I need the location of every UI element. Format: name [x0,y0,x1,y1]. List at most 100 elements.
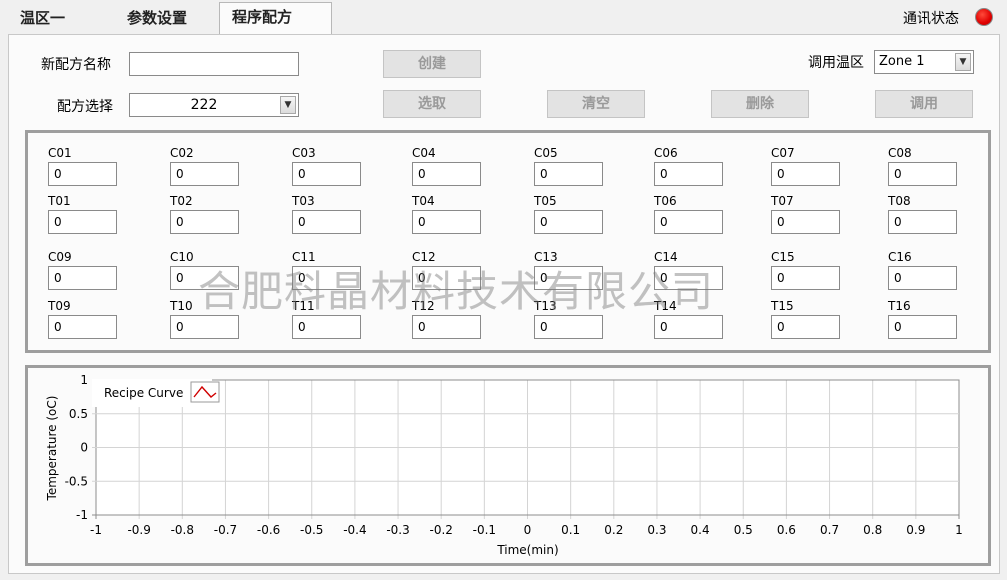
param-label-t08: T08 [888,194,911,208]
tab-bar: 温区一 参数设置 程序配方 通讯状态 [0,0,1007,35]
x-axis-label: Time(min) [496,543,558,557]
recipe-select-label: 配方选择 [57,99,113,115]
param-input-c16[interactable]: 0 [888,266,957,290]
x-tick-label: 0 [524,523,532,537]
x-tick-label: -0.9 [127,523,150,537]
y-tick-labels: 1 0.5 0 -0.5 -1 [65,373,88,522]
param-label-c04: C04 [412,146,436,160]
y-tick-label: 1 [80,373,88,387]
y-tick-label: 0 [80,441,88,455]
param-input-t16[interactable]: 0 [888,315,957,339]
x-tick-label: -0.8 [171,523,194,537]
param-label-c15: C15 [771,250,795,264]
param-input-c03[interactable]: 0 [292,162,361,186]
clear-button[interactable]: 清空 [547,90,645,118]
x-tick-label: -0.6 [257,523,280,537]
param-label-t10: T10 [170,299,193,313]
param-input-t07[interactable]: 0 [771,210,840,234]
param-label-t16: T16 [888,299,911,313]
x-tick-labels: -1 -0.9 -0.8 -0.7 -0.6 -0.5 -0.4 -0.3 -0.2 -0.1 0 0… [90,523,963,537]
legend-label: Recipe Curve [104,386,183,400]
x-tick-label: 0.4 [691,523,710,537]
param-input-t03[interactable]: 0 [292,210,361,234]
param-input-t01[interactable]: 0 [48,210,117,234]
x-tick-label: 0.6 [777,523,796,537]
param-input-c05[interactable]: 0 [534,162,603,186]
create-button[interactable]: 创建 [383,50,481,78]
x-tick-label: -0.7 [214,523,237,537]
param-input-t15[interactable]: 0 [771,315,840,339]
param-label-t02: T02 [170,194,193,208]
param-input-c04[interactable]: 0 [412,162,481,186]
chevron-down-icon[interactable]: ▼ [280,96,296,114]
param-input-t05[interactable]: 0 [534,210,603,234]
apply-zone-label: 调用温区 [808,55,864,71]
param-input-c15[interactable]: 0 [771,266,840,290]
recipe-select-value: 222 [190,97,218,113]
param-input-c02[interactable]: 0 [170,162,239,186]
y-tick-label: -1 [76,508,88,522]
param-label-t04: T04 [412,194,435,208]
param-label-c10: C10 [170,250,194,264]
chart-grid [92,379,960,519]
param-input-c08[interactable]: 0 [888,162,957,186]
param-label-t06: T06 [654,194,677,208]
apply-button[interactable]: 调用 [875,90,973,118]
param-label-c16: C16 [888,250,912,264]
x-tick-label: 1 [955,523,963,537]
param-label-c09: C09 [48,250,72,264]
load-recipe-button[interactable]: 选取 [383,90,481,118]
recipe-curve-chart: -1 -0.9 -0.8 -0.7 -0.6 -0.5 -0.4 -0.3 -0.2 -0.1 0 0… [45,373,963,557]
param-input-c09[interactable]: 0 [48,266,117,290]
tab-zone-one[interactable]: 温区一 [8,4,77,32]
param-input-c06[interactable]: 0 [654,162,723,186]
param-label-t07: T07 [771,194,794,208]
param-input-t06[interactable]: 0 [654,210,723,234]
x-tick-label: 0.2 [604,523,623,537]
param-input-t09[interactable]: 0 [48,315,117,339]
y-axis-label: Temperature (oC) [45,396,59,502]
param-label-c05: C05 [534,146,558,160]
x-tick-label: 0.8 [863,523,882,537]
param-label-c01: C01 [48,146,72,160]
x-tick-label: 0.3 [647,523,666,537]
y-tick-label: 0.5 [69,407,88,421]
y-tick-label: -0.5 [65,474,88,488]
new-recipe-name-input[interactable] [129,52,299,76]
param-label-c03: C03 [292,146,316,160]
param-label-t09: T09 [48,299,71,313]
param-input-t02[interactable]: 0 [170,210,239,234]
x-tick-label: -0.2 [429,523,452,537]
param-label-t05: T05 [534,194,557,208]
x-tick-label: -0.1 [473,523,496,537]
zone-select[interactable]: Zone 1 ▼ [874,50,974,74]
zone-select-value: Zone 1 [879,54,925,69]
param-input-c07[interactable]: 0 [771,162,840,186]
comm-status-label: 通讯状态 [903,11,959,27]
legend-swatch[interactable] [190,381,220,403]
delete-button[interactable]: 删除 [711,90,809,118]
param-label-t03: T03 [292,194,315,208]
x-tick-label: -0.4 [343,523,366,537]
x-tick-label: 0.1 [561,523,580,537]
param-label-t01: T01 [48,194,71,208]
param-label-c06: C06 [654,146,678,160]
x-tick-label: -1 [90,523,102,537]
x-tick-label: -0.3 [386,523,409,537]
status-led-icon [975,8,993,26]
company-watermark: 合肥科晶材料技术有限公司 [198,267,715,316]
x-tick-label: 0.7 [820,523,839,537]
param-input-t08[interactable]: 0 [888,210,957,234]
x-tick-label: 0.5 [734,523,753,537]
param-label-t15: T15 [771,299,794,313]
param-label-c07: C07 [771,146,795,160]
recipe-select[interactable]: 222 ▼ [129,93,299,117]
new-recipe-name-label: 新配方名称 [41,57,111,73]
chevron-down-icon[interactable]: ▼ [955,53,971,71]
tab-program-recipe[interactable]: 程序配方 [219,2,332,35]
param-input-c01[interactable]: 0 [48,162,117,186]
param-label-c02: C02 [170,146,194,160]
param-input-t04[interactable]: 0 [412,210,481,234]
x-tick-label: 0.9 [906,523,925,537]
tab-parameter-settings[interactable]: 参数设置 [115,4,199,32]
